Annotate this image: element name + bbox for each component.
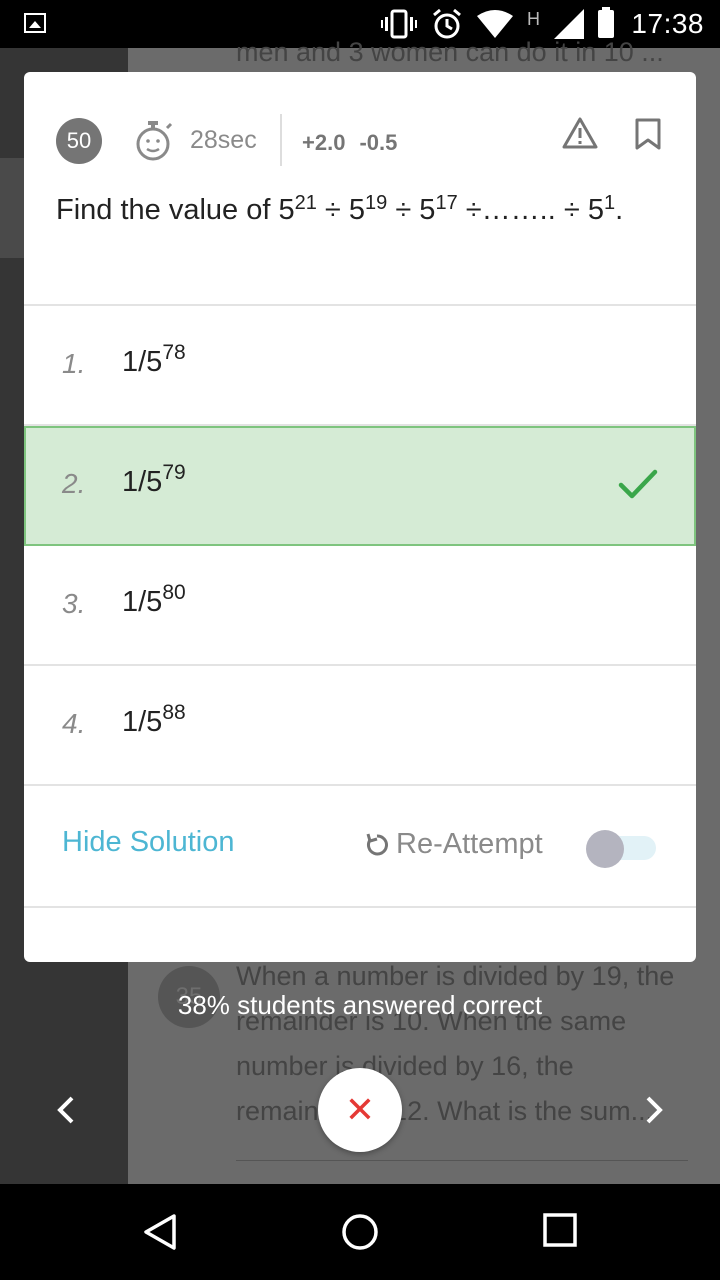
option-1[interactable]: 1. 1/578 (24, 306, 696, 424)
background-strip (0, 158, 24, 258)
option-value: 1/580 (122, 582, 186, 619)
chevron-left-icon (57, 1096, 74, 1124)
reattempt-button[interactable]: Re-Attempt (364, 828, 543, 861)
previous-question-button[interactable] (56, 1094, 76, 1135)
question-part: ÷…….. ÷ 5 (457, 194, 604, 226)
option-base: 1/5 (122, 586, 163, 618)
option-4[interactable]: 4. 1/588 (24, 666, 696, 784)
reattempt-label: Re-Attempt (396, 828, 543, 860)
system-nav-bar (0, 1184, 720, 1280)
question-exponent: 1 (603, 192, 616, 214)
option-base: 1/5 (122, 706, 163, 738)
divider (24, 906, 696, 908)
divider (24, 784, 696, 786)
option-3[interactable]: 3. 1/580 (24, 546, 696, 664)
close-icon: ✕ (344, 1089, 376, 1130)
option-index: 3. (62, 588, 86, 619)
option-base: 1/5 (122, 466, 163, 498)
correct-check-icon (618, 469, 658, 499)
question-part: . (615, 194, 624, 226)
option-base: 1/5 (122, 346, 163, 378)
question-exponent: 21 (294, 192, 317, 214)
question-part: ÷ 5 (387, 194, 436, 226)
option-exponent: 80 (162, 581, 186, 604)
question-number-badge: 50 (56, 118, 102, 164)
option-index: 1. (62, 348, 86, 379)
question-text: Find the value of 521 ÷ 519 ÷ 517 ÷…….. … (56, 188, 656, 232)
refresh-icon (366, 833, 388, 855)
option-value: 1/588 (122, 702, 186, 739)
bookmark-icon[interactable] (634, 118, 662, 150)
option-exponent: 88 (162, 701, 186, 724)
toggle-thumb (586, 830, 624, 868)
recents-icon[interactable] (542, 1212, 578, 1248)
reattempt-toggle[interactable] (586, 830, 658, 868)
marks-info: +2.0 -0.5 (302, 130, 411, 156)
background-divider (236, 1160, 688, 1161)
question-exponent: 19 (365, 192, 388, 214)
question-card: 50 28sec +2.0 -0.5 Find the value of 521 … (24, 72, 696, 962)
question-exponent: 17 (435, 192, 458, 214)
option-value: 1/578 (122, 342, 186, 379)
option-exponent: 79 (162, 461, 186, 484)
hide-solution-link[interactable]: Hide Solution (62, 826, 235, 859)
marks-negative: -0.5 (359, 130, 398, 155)
marks-positive: +2.0 (302, 130, 346, 155)
option-value: 1/579 (122, 462, 186, 499)
chevron-right-icon (646, 1096, 663, 1124)
timer-label: 28sec (190, 126, 257, 154)
gallery-icon (24, 13, 46, 33)
network-type-label: H (527, 8, 540, 29)
question-part: Find the value of 5 (56, 194, 295, 226)
option-index: 4. (62, 708, 86, 739)
header-divider (280, 114, 282, 166)
option-exponent: 78 (162, 341, 186, 364)
question-part: ÷ 5 (316, 194, 366, 226)
home-icon[interactable] (340, 1212, 380, 1252)
option-index: 2. (62, 468, 86, 499)
report-warning-icon[interactable] (562, 116, 598, 150)
stopwatch-icon (136, 121, 173, 161)
option-2[interactable]: 2. 1/579 (24, 426, 696, 546)
background-next-question-text: When a number is divided by 19, the rema… (236, 961, 675, 1126)
next-question-button[interactable] (644, 1094, 664, 1135)
answered-stats: 38% students answered correct (177, 990, 543, 1020)
close-button[interactable]: ✕ (318, 1068, 402, 1152)
back-icon[interactable] (140, 1212, 180, 1252)
background-previous-question-text: men and 3 women can do it in 10 ... (236, 37, 664, 67)
